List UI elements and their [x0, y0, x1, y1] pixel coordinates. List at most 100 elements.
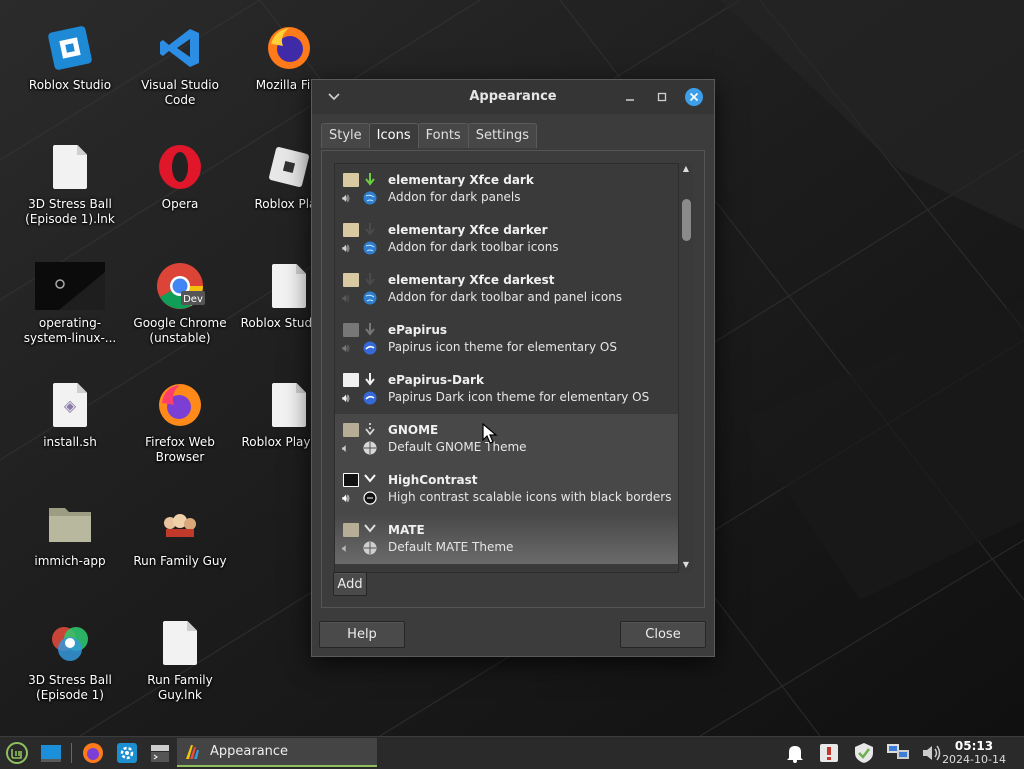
script-icon: ◈ [44, 379, 96, 431]
theme-description: High contrast scalable icons with black … [388, 490, 672, 504]
close-button[interactable]: Close [620, 621, 706, 648]
list-item[interactable]: 🔈︎ GNOME Default GNOME Theme [335, 414, 678, 464]
vscode-icon [154, 22, 206, 74]
chrome-dev-badge: Dev [183, 294, 203, 305]
list-scrollbar[interactable]: ▲ ▼ [679, 163, 693, 571]
minimize-icon[interactable] [620, 87, 640, 107]
globe-icon [363, 291, 377, 305]
desktop-icon-install-sh[interactable]: ◈ install.sh [15, 379, 125, 450]
folder-icon [343, 423, 359, 437]
desktop-icon-immich-app[interactable]: immich-app [15, 498, 125, 569]
document-icon [154, 617, 206, 669]
theme-description: Papirus Dark icon theme for elementary O… [388, 390, 650, 404]
show-desktop-icon[interactable] [39, 741, 63, 765]
folder-icon [343, 523, 359, 537]
close-window-icon[interactable] [684, 87, 704, 107]
desktop-icon-opera[interactable]: Opera [125, 141, 235, 212]
desktop-icon-os-linux-image[interactable]: operating-system-linux-... [15, 260, 125, 346]
mouse-cursor-icon [482, 423, 498, 444]
speaker-icon: 🔈︎ [342, 441, 350, 455]
chevron-down-icon [364, 474, 376, 483]
firefox-icon [263, 22, 315, 74]
window-titlebar[interactable]: Appearance [312, 80, 714, 114]
shield-check-icon[interactable] [852, 741, 876, 765]
settings-launcher-icon[interactable] [115, 741, 139, 765]
globe-icon [363, 441, 377, 455]
clock[interactable]: 05:13 2024-10-14 [942, 739, 1006, 767]
help-button[interactable]: Help [319, 621, 405, 648]
desktop-icon-run-family-guy-lnk[interactable]: Run Family Guy.lnk [125, 617, 235, 703]
taskbar-item-label: Appearance [210, 744, 289, 759]
desktop-icon-firefox-web-browser[interactable]: Firefox Web Browser [125, 379, 235, 465]
tab-bar: Style Icons Fonts Settings [321, 123, 538, 148]
desktop-icon-3d-stress-ball-lnk[interactable]: 3D Stress Ball (Episode 1).lnk [15, 141, 125, 227]
tab-fonts[interactable]: Fonts [417, 123, 469, 148]
globe-icon [363, 191, 377, 205]
scrollbar-thumb[interactable] [682, 199, 691, 241]
desktop-icon-google-chrome-unstable[interactable]: Dev Google Chrome (unstable) [125, 260, 235, 346]
theme-name: ePapirus [388, 323, 448, 337]
list-item[interactable]: 🔊︎ ePapirus-Dark Papirus Dark icon theme… [335, 364, 678, 414]
list-item[interactable]: 🔊︎ HighContrast High contrast scalable i… [335, 464, 678, 514]
icons-tab-pane: 🔊︎ elementary Xfce dark Addon for dark p… [321, 150, 705, 608]
desktop-icon-roblox-studio[interactable]: Roblox Studio [15, 22, 125, 93]
desktop-icon-label: Roblox Studio [28, 78, 112, 92]
update-alert-icon[interactable] [817, 741, 841, 765]
globe-icon [363, 541, 377, 555]
speaker-icon: 🔊︎ [342, 491, 350, 505]
theme-name: ePapirus-Dark [388, 373, 484, 387]
theme-description: Addon for dark toolbar icons [388, 240, 559, 254]
desktop-icon-label: 3D Stress Ball (Episode 1).lnk [25, 197, 115, 226]
desktop-icon-label: Google Chrome (unstable) [133, 316, 227, 345]
scroll-down-arrow-icon[interactable]: ▼ [679, 559, 693, 571]
desktop-icon-label: Run Family Guy.lnk [147, 673, 213, 702]
list-item[interactable]: 🔊︎ elementary Xfce dark Addon for dark p… [335, 164, 678, 214]
arrow-down-icon [365, 273, 375, 286]
opera-icon [154, 141, 206, 193]
desktop-icon-vscode[interactable]: Visual Studio Code [125, 22, 235, 108]
desktop-icon-run-family-guy[interactable]: Run Family Guy [125, 498, 235, 569]
tab-settings[interactable]: Settings [467, 123, 538, 148]
maximize-icon[interactable] [652, 87, 672, 107]
firefox-launcher-icon[interactable] [81, 741, 105, 765]
mint-menu-icon[interactable] [5, 741, 29, 765]
theme-name: MATE [388, 523, 425, 537]
folder-icon [343, 373, 359, 387]
volume-icon[interactable] [920, 741, 944, 765]
desktop-icon-label: operating-system-linux-... [23, 316, 117, 345]
list-item[interactable]: 🔊︎ elementary Xfce darker Addon for dark… [335, 214, 678, 264]
theme-description: Papirus icon theme for elementary OS [388, 340, 617, 354]
theme-description: Default MATE Theme [388, 540, 514, 554]
tab-style[interactable]: Style [321, 123, 370, 148]
network-icon[interactable] [886, 741, 910, 765]
add-button[interactable]: Add [333, 572, 367, 596]
desktop-icon-3d-stress-ball[interactable]: 3D Stress Ball (Episode 1) [15, 617, 125, 703]
icon-theme-list[interactable]: 🔊︎ elementary Xfce dark Addon for dark p… [334, 163, 679, 573]
globe-icon [363, 341, 377, 355]
theme-name: elementary Xfce darker [388, 223, 548, 237]
terminal-launcher-icon[interactable] [148, 741, 172, 765]
document-icon [44, 141, 96, 193]
list-item[interactable]: 🔊︎ elementary Xfce darkest Addon for dar… [335, 264, 678, 314]
desktop-icon-label: immich-app [34, 554, 106, 568]
folder-icon [343, 473, 359, 487]
speaker-icon: 🔊︎ [342, 191, 350, 205]
image-thumbnail-icon [35, 260, 105, 312]
theme-name: elementary Xfce dark [388, 173, 534, 187]
scroll-up-arrow-icon[interactable]: ▲ [679, 163, 693, 175]
notifications-bell-icon[interactable] [783, 741, 807, 765]
tab-icons[interactable]: Icons [368, 123, 419, 148]
speaker-icon: 🔊︎ [342, 391, 350, 405]
theme-name: elementary Xfce darkest [388, 273, 555, 287]
folder-icon [343, 223, 359, 237]
list-item[interactable]: 🔈︎ MATE Default MATE Theme [335, 514, 678, 564]
taskbar: Appearance 05:13 2024-10-14 [0, 736, 1024, 769]
clock-time: 05:13 [954, 739, 994, 753]
speaker-icon: 🔊︎ [342, 291, 350, 305]
arrow-down-icon [365, 173, 375, 186]
taskbar-item-appearance[interactable]: Appearance [177, 738, 377, 767]
appearance-window: Appearance Style Icons Fonts Settings 🔊︎… [311, 79, 715, 657]
document-icon [263, 379, 315, 431]
globe-icon [363, 491, 377, 505]
list-item[interactable]: 🔊︎ ePapirus Papirus icon theme for eleme… [335, 314, 678, 364]
